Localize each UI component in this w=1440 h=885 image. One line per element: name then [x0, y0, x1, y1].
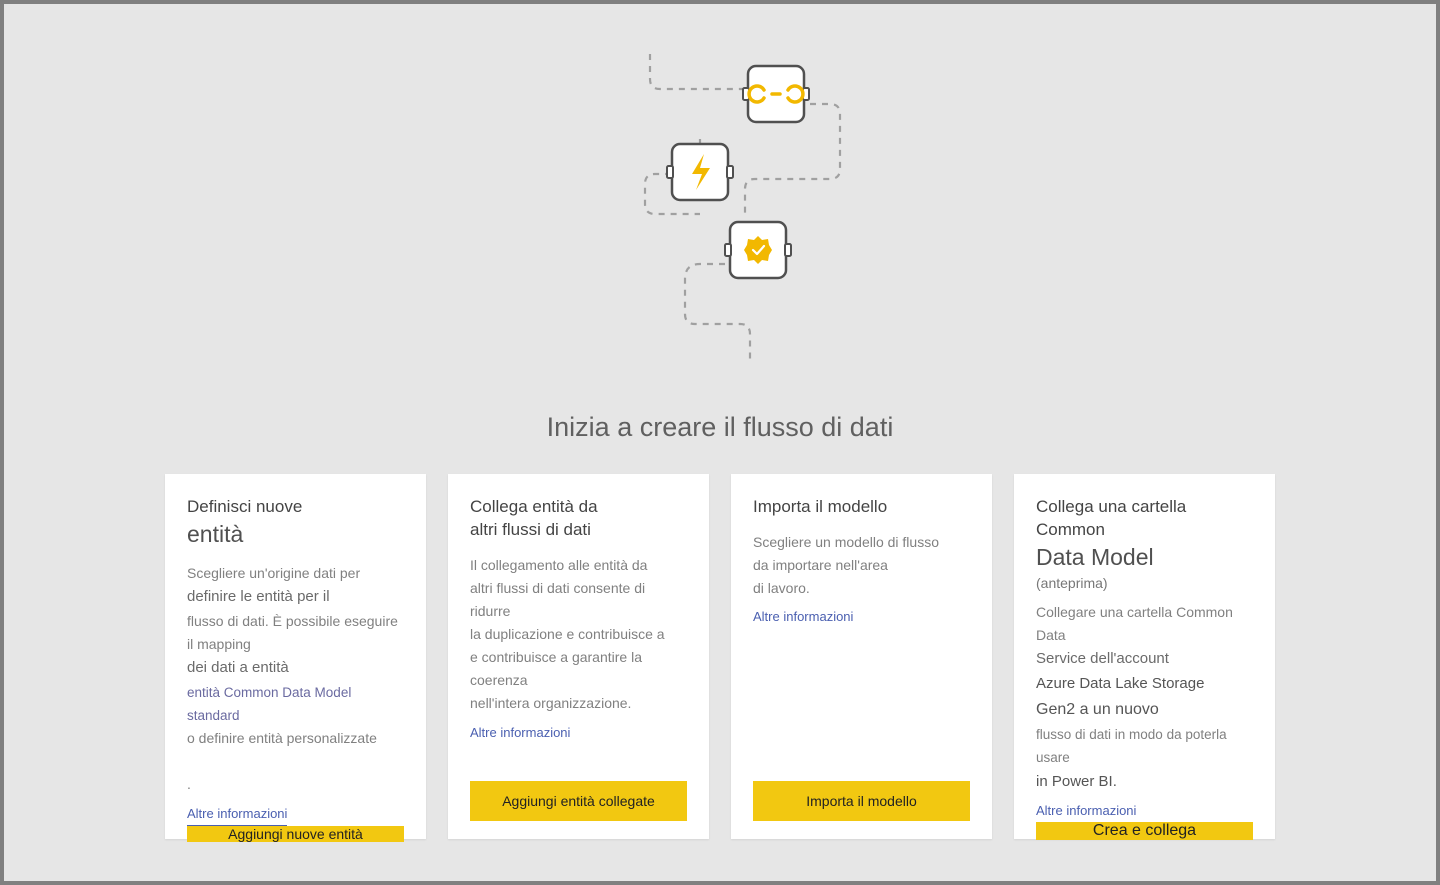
card-title-line1: Definisci nuove — [187, 497, 302, 516]
import-model-button[interactable]: Importa il modello — [753, 781, 970, 821]
card-title-line1: Collega entità da — [470, 497, 598, 516]
learn-more-link[interactable]: Altre informazioni — [470, 722, 570, 743]
dataflow-hero-illustration — [540, 24, 900, 364]
add-linked-entities-button[interactable]: Aggiungi entità collegate — [470, 781, 687, 821]
option-cards-row: Definisci nuove entità Scegliere un'orig… — [165, 474, 1275, 839]
card-body: Scegliere un modello di flusso da import… — [753, 531, 970, 781]
learn-more-link[interactable]: Altre informazioni — [753, 606, 853, 627]
card-import-model: Importa il modello Scegliere un modello … — [731, 474, 992, 839]
card-define-entities: Definisci nuove entità Scegliere un'orig… — [165, 474, 426, 839]
card-body: Collegare una cartella Common Data Servi… — [1036, 601, 1253, 822]
card-title-big: entità — [187, 521, 243, 547]
card-attach-cdm-folder: Collega una cartella Common Data Model (… — [1014, 474, 1275, 839]
card-body: Il collegamento alle entità da altri flu… — [470, 554, 687, 781]
card-title: Definisci nuove entità — [187, 496, 404, 550]
learn-more-link[interactable]: Altre informazioni — [187, 803, 287, 826]
card-title: Importa il modello — [753, 496, 970, 519]
card-body: Scegliere un'origine dati per definire l… — [187, 562, 404, 826]
card-title-line2: altri flussi di dati — [470, 520, 591, 539]
card-title-big: Data Model — [1036, 544, 1154, 570]
card-link-entities: Collega entità da altri flussi di dati I… — [448, 474, 709, 839]
dataflow-start-page: Inizia a creare il flusso di dati Defini… — [4, 4, 1436, 881]
card-title: Collega una cartella Common Data Model — [1036, 496, 1253, 573]
card-title-line1: Collega una cartella Common — [1036, 497, 1186, 539]
learn-more-link[interactable]: Altre informazioni — [1036, 800, 1136, 821]
create-and-attach-button[interactable]: Crea e collega — [1036, 822, 1253, 840]
page-title: Inizia a creare il flusso di dati — [4, 412, 1436, 443]
card-title: Collega entità da altri flussi di dati — [470, 496, 687, 542]
add-new-entities-button[interactable]: Aggiungi nuove entità — [187, 826, 404, 842]
card-subtitle: (anteprima) — [1036, 575, 1253, 591]
